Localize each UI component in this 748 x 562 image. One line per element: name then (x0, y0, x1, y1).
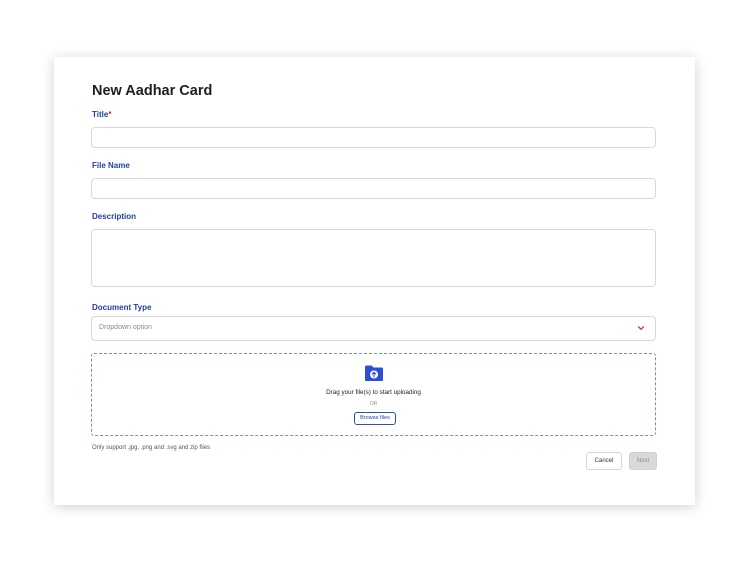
browse-files-button[interactable]: Browse files (354, 412, 396, 425)
title-label: Title* (92, 110, 111, 119)
file-dropzone[interactable]: Drag your file(s) to start uploading OR … (91, 353, 656, 436)
title-input[interactable] (91, 127, 656, 148)
new-document-modal: New Aadhar Card Title* File Name Descrip… (54, 57, 695, 505)
drag-drop-text: Drag your file(s) to start uploading (326, 389, 421, 396)
title-label-text: Title (92, 110, 109, 119)
description-textarea[interactable] (91, 229, 656, 287)
next-button[interactable]: Next (629, 452, 657, 470)
chevron-down-icon (637, 326, 645, 330)
description-label: Description (92, 212, 137, 221)
file-name-label: File Name (92, 161, 130, 170)
supported-formats-text: Only support .jpg, .png and .svg and zip… (92, 445, 211, 451)
folder-upload-icon (365, 365, 383, 381)
file-name-input[interactable] (91, 178, 656, 199)
document-type-dropdown[interactable]: Dropdown option (91, 316, 656, 341)
modal-title: New Aadhar Card (92, 83, 213, 99)
dropdown-placeholder: Dropdown option (99, 324, 152, 331)
or-separator: OR (369, 401, 378, 407)
required-marker: * (108, 110, 112, 119)
document-type-label: Document Type (92, 303, 152, 312)
cancel-button[interactable]: Cancel (586, 452, 622, 470)
